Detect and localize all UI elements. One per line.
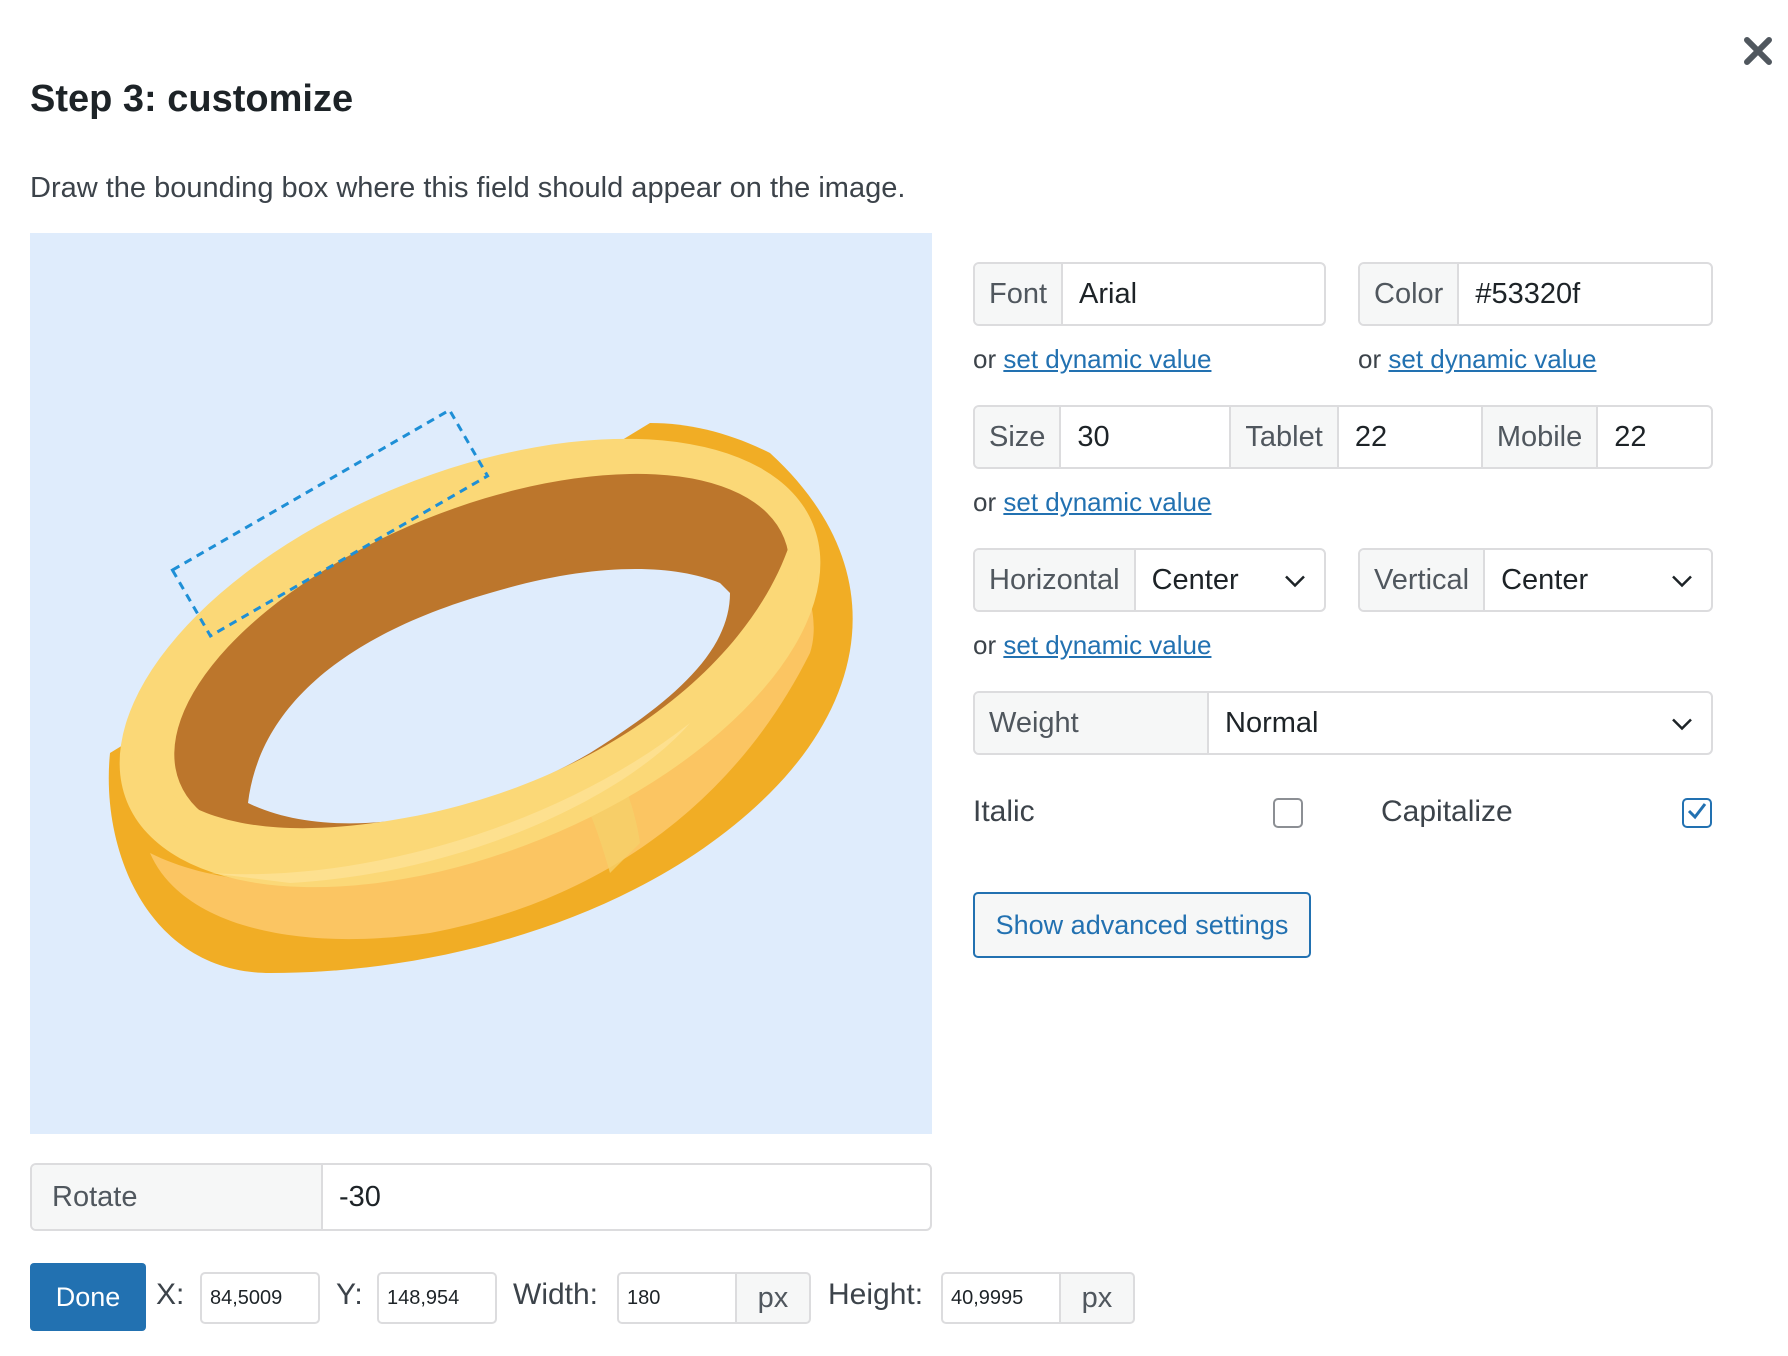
vertical-select[interactable]: Center: [1485, 550, 1711, 610]
size-group: Size 30 Tablet 22 Mobile 22: [973, 405, 1713, 469]
italic-label: Italic: [973, 795, 1035, 828]
size-label: Size: [975, 407, 1062, 467]
rotate-group: Rotate -30: [30, 1163, 932, 1231]
alignment-dynamic: or set dynamic value: [973, 630, 1211, 661]
size-input[interactable]: 30: [1061, 407, 1229, 467]
horizontal-select[interactable]: Center: [1136, 550, 1324, 610]
horizontal-value: Center: [1151, 563, 1239, 596]
color-dynamic: or set dynamic value: [1358, 344, 1596, 375]
vertical-value: Center: [1501, 563, 1589, 596]
width-unit: px: [737, 1272, 811, 1324]
tablet-label: Tablet: [1229, 407, 1339, 467]
color-set-dynamic-link[interactable]: set dynamic value: [1388, 344, 1596, 374]
tablet-input[interactable]: 22: [1339, 407, 1481, 467]
dynamic-prefix: or: [1358, 344, 1382, 374]
font-group: Font Arial: [973, 262, 1326, 326]
height-unit: px: [1061, 1272, 1135, 1324]
dialog-title: Step 3: customize: [30, 78, 354, 120]
horizontal-label: Horizontal: [975, 550, 1136, 610]
close-icon: [1743, 36, 1773, 71]
x-input[interactable]: 84,5009: [200, 1272, 320, 1324]
width-input[interactable]: 180: [617, 1272, 737, 1324]
vertical-group: Vertical Center: [1358, 548, 1713, 612]
y-input[interactable]: 148,954: [377, 1272, 497, 1324]
height-input[interactable]: 40,9995: [941, 1272, 1061, 1324]
font-label: Font: [975, 264, 1064, 324]
mobile-label: Mobile: [1480, 407, 1599, 467]
rotate-label: Rotate: [32, 1165, 323, 1229]
alignment-set-dynamic-link[interactable]: set dynamic value: [1003, 630, 1211, 660]
dynamic-prefix: or: [973, 630, 997, 660]
vertical-label: Vertical: [1360, 550, 1486, 610]
color-group: Color #53320f: [1358, 262, 1713, 326]
height-label: Height:: [828, 1278, 924, 1311]
chevron-down-icon: [1284, 564, 1306, 597]
rotate-input[interactable]: -30: [323, 1165, 930, 1229]
y-label: Y:: [336, 1278, 363, 1311]
instruction-text: Draw the bounding box where this field s…: [30, 172, 906, 204]
width-label: Width:: [513, 1278, 599, 1311]
weight-value: Normal: [1225, 706, 1319, 739]
italic-checkbox[interactable]: [1273, 798, 1303, 828]
dynamic-prefix: or: [973, 487, 997, 517]
font-dynamic: or set dynamic value: [973, 344, 1211, 375]
size-dynamic: or set dynamic value: [973, 487, 1211, 518]
color-input[interactable]: #53320f: [1459, 264, 1711, 324]
capitalize-label: Capitalize: [1381, 795, 1513, 828]
size-set-dynamic-link[interactable]: set dynamic value: [1003, 487, 1211, 517]
close-button[interactable]: [1735, 30, 1781, 76]
weight-group: Weight Normal: [973, 691, 1713, 755]
color-label: Color: [1360, 264, 1460, 324]
ring-image: [108, 408, 853, 973]
show-advanced-settings-button[interactable]: Show advanced settings: [973, 892, 1311, 958]
mobile-input[interactable]: 22: [1598, 407, 1711, 467]
horizontal-group: Horizontal Center: [973, 548, 1326, 612]
done-button[interactable]: Done: [30, 1263, 146, 1331]
checkmark-icon: [1686, 801, 1708, 826]
weight-select[interactable]: Normal: [1209, 693, 1711, 753]
font-set-dynamic-link[interactable]: set dynamic value: [1003, 344, 1211, 374]
chevron-down-icon: [1671, 707, 1693, 740]
capitalize-checkbox[interactable]: [1682, 798, 1712, 828]
font-input[interactable]: Arial: [1063, 264, 1324, 324]
weight-label: Weight: [975, 693, 1209, 753]
image-canvas[interactable]: [30, 233, 932, 1134]
x-label: X:: [156, 1278, 185, 1311]
chevron-down-icon: [1671, 564, 1693, 597]
dynamic-prefix: or: [973, 344, 997, 374]
